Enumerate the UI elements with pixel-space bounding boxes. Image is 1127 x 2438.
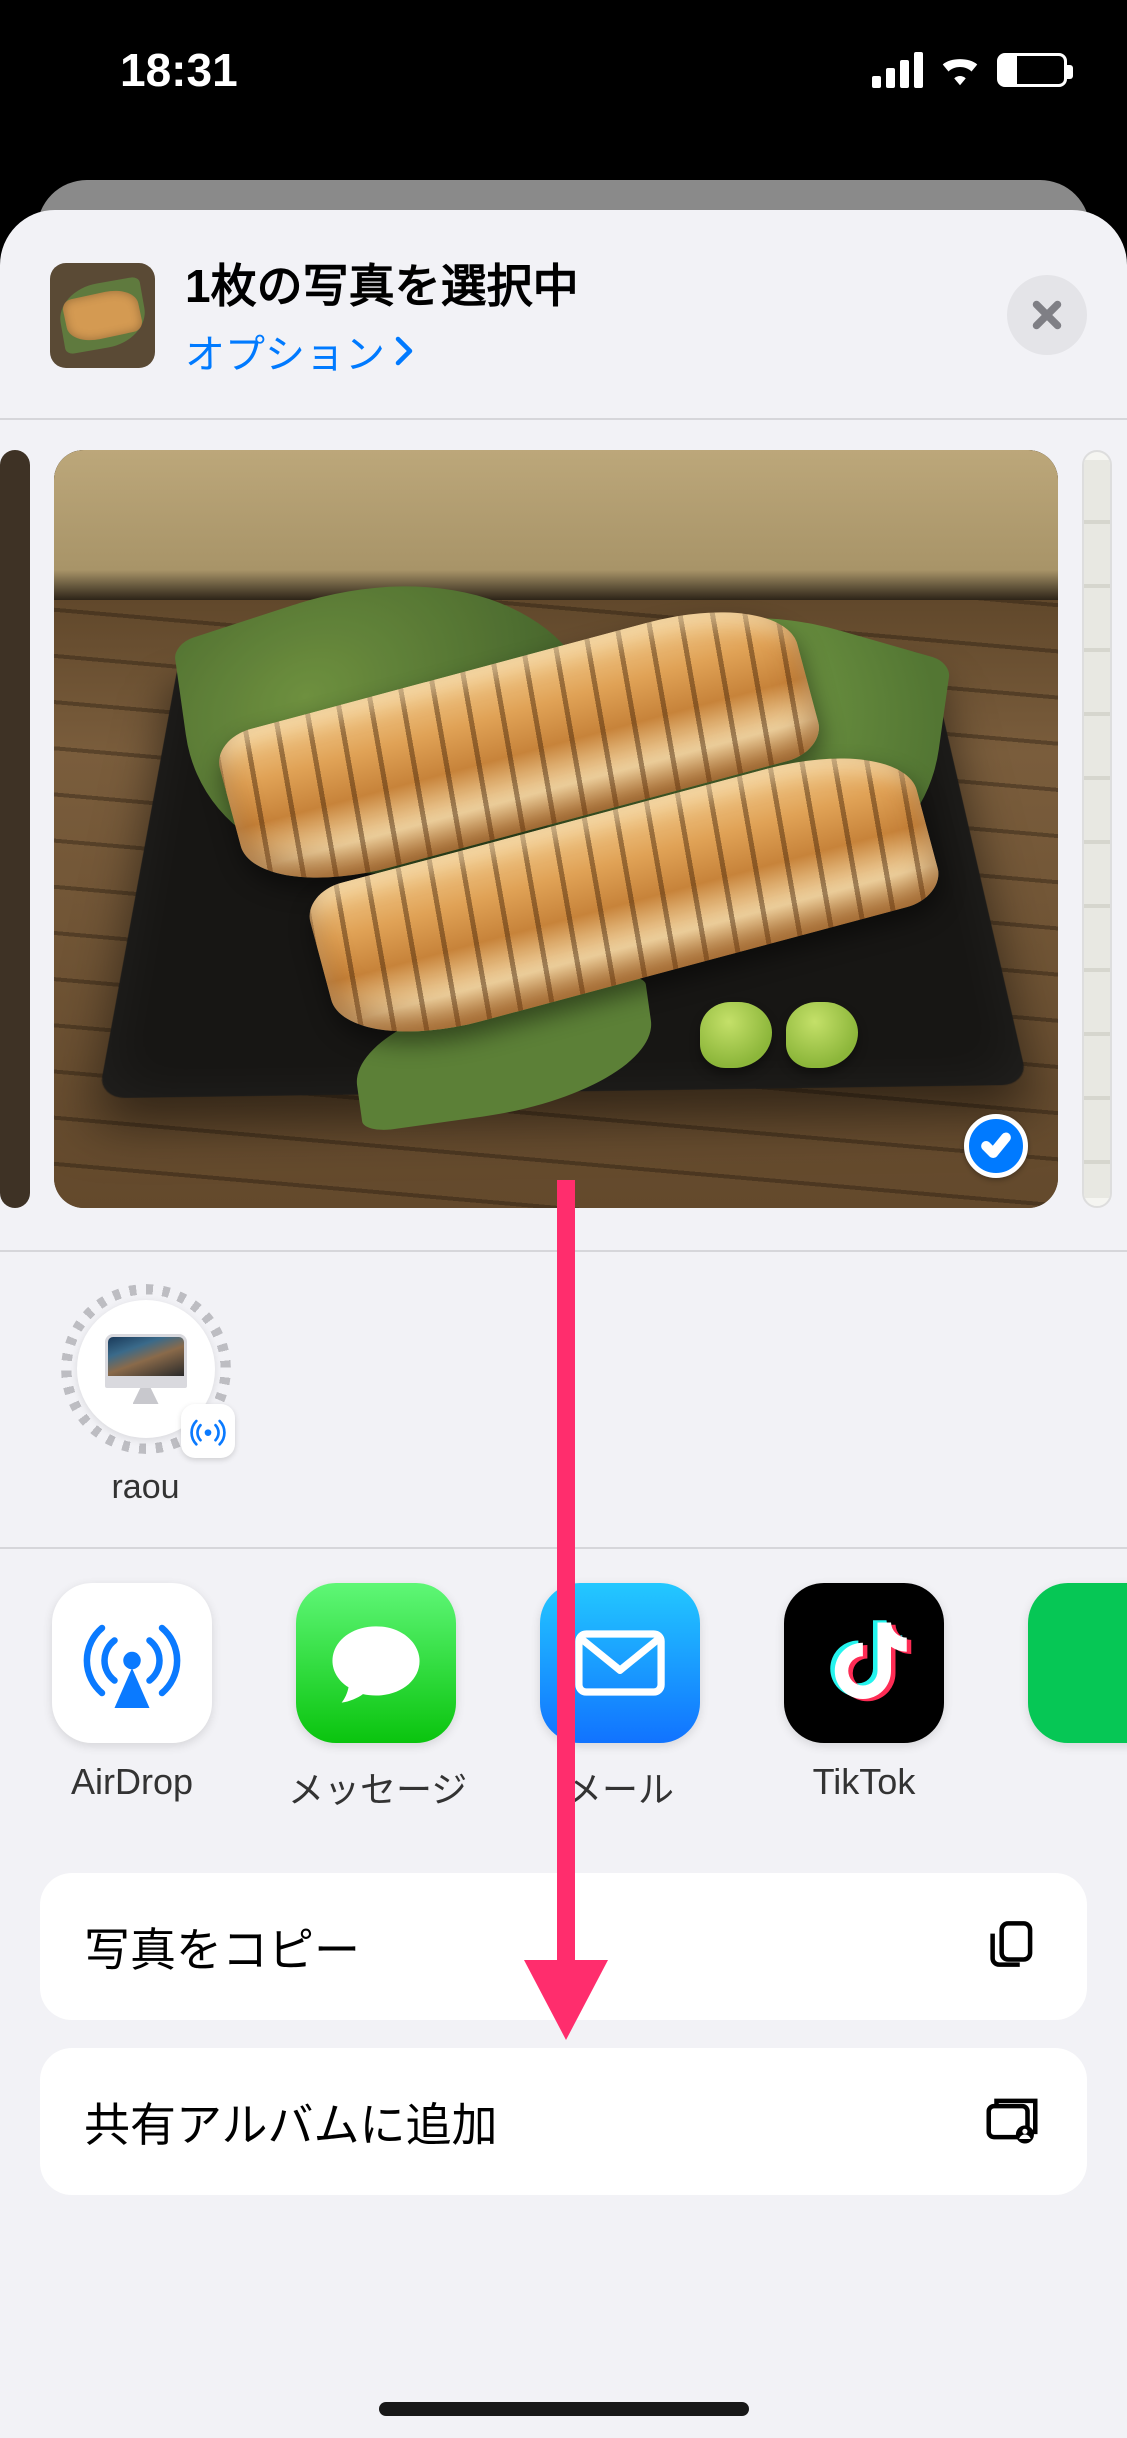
app-label: メール <box>532 1761 708 1813</box>
airdrop-icon <box>52 1583 212 1743</box>
airdrop-contact[interactable]: raou <box>48 1284 243 1507</box>
shared-album-icon <box>981 2088 1043 2155</box>
share-app-tiktok[interactable]: TikTok <box>776 1583 952 1813</box>
photo-preview-strip[interactable] <box>0 420 1127 1250</box>
preview-prev-peek[interactable] <box>0 450 30 1208</box>
app-label: TikTok <box>776 1761 952 1803</box>
preview-photo-selected[interactable] <box>54 450 1058 1208</box>
messages-icon <box>296 1583 456 1743</box>
action-card: 写真をコピー <box>40 1873 1087 2020</box>
share-app-mail[interactable]: メール <box>532 1583 708 1813</box>
action-card: 共有アルバムに追加 <box>40 2048 1087 2195</box>
share-sheet-container: 1枚の写真を選択中 オプション <box>0 180 1127 2438</box>
copy-icon <box>981 1913 1043 1980</box>
action-label: 共有アルバムに追加 <box>84 2089 498 2155</box>
airdrop-contact-name: raou <box>48 1468 243 1507</box>
sheet-header: 1枚の写真を選択中 オプション <box>0 210 1127 418</box>
cellular-signal-icon <box>872 52 923 88</box>
chevron-right-icon <box>393 336 415 366</box>
action-list: 写真をコピー 共有アルバムに追加 <box>0 1873 1127 2195</box>
share-app-airdrop[interactable]: AirDrop <box>44 1583 220 1813</box>
app-label: メッセージ <box>288 1761 464 1813</box>
airdrop-people-row[interactable]: raou <box>0 1252 1127 1547</box>
action-add-shared-album[interactable]: 共有アルバムに追加 <box>40 2048 1087 2195</box>
home-indicator[interactable] <box>379 2402 749 2416</box>
status-time: 18:31 <box>120 43 238 97</box>
action-label: 写真をコピー <box>84 1914 360 1980</box>
tiktok-icon <box>784 1583 944 1743</box>
close-button[interactable] <box>1007 275 1087 355</box>
options-label: オプション <box>185 322 385 380</box>
action-copy-photo[interactable]: 写真をコピー <box>40 1873 1087 2020</box>
share-app-messages[interactable]: メッセージ <box>288 1583 464 1813</box>
share-app-peek[interactable] <box>1020 1583 1127 1813</box>
share-sheet: 1枚の写真を選択中 オプション <box>0 210 1127 2438</box>
sheet-title: 1枚の写真を選択中 <box>185 250 1007 316</box>
close-icon <box>1029 297 1065 333</box>
app-label: AirDrop <box>44 1761 220 1803</box>
photo-content <box>54 450 1058 1208</box>
line-icon <box>1028 1583 1127 1743</box>
status-bar: 18:31 <box>0 0 1127 140</box>
selected-check-icon <box>964 1114 1028 1178</box>
airdrop-badge-icon <box>181 1404 235 1458</box>
device-frame: 18:31 1枚の写真を選択中 オプション <box>0 0 1127 2438</box>
wifi-icon <box>937 43 983 97</box>
preview-next-peek[interactable] <box>1082 450 1112 1208</box>
mail-icon <box>540 1583 700 1743</box>
options-link[interactable]: オプション <box>185 322 1007 380</box>
share-app-row[interactable]: AirDrop メッセージ メール <box>0 1547 1127 1873</box>
status-icons <box>872 43 1067 97</box>
battery-icon <box>997 53 1067 87</box>
selected-photo-thumbnail[interactable] <box>50 263 155 368</box>
